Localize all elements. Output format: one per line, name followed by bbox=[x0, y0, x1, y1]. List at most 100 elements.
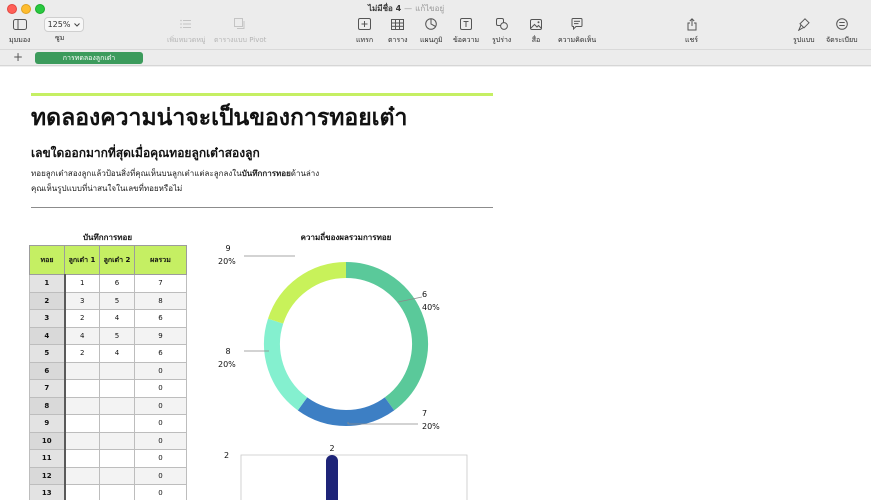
die-1-cell[interactable] bbox=[64, 379, 100, 398]
roll-number-cell[interactable]: 7 bbox=[29, 379, 66, 398]
donut-slice-6[interactable] bbox=[345, 262, 428, 411]
die-1-cell[interactable] bbox=[64, 431, 100, 450]
add-category-button[interactable]: เพิ่มหมวดหมู่ bbox=[167, 16, 206, 46]
die-2-cell[interactable] bbox=[99, 466, 135, 485]
header-sum[interactable]: ผลรวม bbox=[134, 245, 187, 275]
donut-slice-9[interactable] bbox=[268, 262, 347, 324]
sum-cell[interactable]: 0 bbox=[134, 431, 187, 450]
format-button[interactable]: รูปแบบ bbox=[793, 16, 815, 46]
slice-percent-7: 20% bbox=[422, 422, 440, 431]
roll-number-cell[interactable]: 6 bbox=[29, 361, 66, 380]
media-button[interactable]: สื่อ bbox=[530, 16, 542, 46]
die-1-cell[interactable]: 2 bbox=[64, 309, 100, 328]
close-window-button[interactable] bbox=[7, 4, 17, 14]
media-icon bbox=[530, 16, 542, 32]
die-1-cell[interactable] bbox=[64, 414, 100, 433]
sum-cell[interactable]: 0 bbox=[134, 484, 187, 500]
die-1-cell[interactable] bbox=[64, 466, 100, 485]
page-title[interactable]: ทดลองความน่าจะเป็นของการทอยเต๋า bbox=[31, 100, 407, 136]
die-2-cell[interactable] bbox=[99, 449, 135, 468]
share-button[interactable]: แชร์ bbox=[685, 16, 698, 46]
sum-cell[interactable]: 0 bbox=[134, 361, 187, 380]
table-title[interactable]: บันทึกการทอย bbox=[29, 231, 186, 244]
die-1-cell[interactable]: 4 bbox=[64, 326, 100, 345]
table-button[interactable]: ตาราง bbox=[388, 16, 408, 46]
pivot-table-label: ตารางแบบ Pivot bbox=[214, 36, 267, 44]
slice-percent-6: 40% bbox=[422, 303, 440, 312]
add-sheet-button[interactable]: + bbox=[13, 50, 23, 64]
die-2-cell[interactable]: 6 bbox=[99, 274, 135, 293]
chart-button[interactable]: แผนภูมิ bbox=[420, 16, 443, 46]
roll-number-cell[interactable]: 3 bbox=[29, 309, 66, 328]
roll-number-cell[interactable]: 5 bbox=[29, 344, 66, 363]
instructions-text[interactable]: ทอยลูกเต๋าสองลูกแล้วป้อนสิ่งที่คุณเห็นบน… bbox=[31, 167, 319, 180]
die-2-cell[interactable]: 5 bbox=[99, 326, 135, 345]
minimize-window-button[interactable] bbox=[21, 4, 31, 14]
bar-chart[interactable]: 22 bbox=[215, 440, 485, 500]
die-1-cell[interactable]: 1 bbox=[64, 274, 100, 293]
die-2-cell[interactable] bbox=[99, 484, 135, 500]
sum-cell[interactable]: 0 bbox=[134, 379, 187, 398]
die-1-cell[interactable] bbox=[64, 396, 100, 415]
zoom-menu[interactable]: 125% bbox=[44, 17, 84, 32]
format-icon bbox=[797, 16, 810, 32]
sum-cell[interactable]: 8 bbox=[134, 291, 187, 310]
fullscreen-window-button[interactable] bbox=[35, 4, 45, 14]
die-2-cell[interactable]: 4 bbox=[99, 344, 135, 363]
roll-number-cell[interactable]: 1 bbox=[29, 274, 66, 293]
insert-button[interactable]: แทรก bbox=[356, 16, 373, 46]
table-label: ตาราง bbox=[388, 36, 408, 44]
die-2-cell[interactable] bbox=[99, 361, 135, 380]
roll-record-table[interactable]: ทอย ลูกเต๋า 1 ลูกเต๋า 2 ผลรวม 1167235832… bbox=[29, 245, 187, 500]
sum-cell[interactable]: 6 bbox=[134, 344, 187, 363]
sum-cell[interactable]: 0 bbox=[134, 449, 187, 468]
comment-button[interactable]: ความคิดเห็น bbox=[558, 16, 596, 46]
donut-slice-7[interactable] bbox=[297, 397, 395, 426]
die-1-cell[interactable] bbox=[64, 449, 100, 468]
die-1-cell[interactable] bbox=[64, 484, 100, 500]
shape-button[interactable]: รูปร่าง bbox=[492, 16, 511, 46]
sum-cell[interactable]: 0 bbox=[134, 396, 187, 415]
die-1-cell[interactable] bbox=[64, 361, 100, 380]
bar-6[interactable] bbox=[326, 455, 338, 500]
roll-number-cell[interactable]: 8 bbox=[29, 396, 66, 415]
donut-slice-8[interactable] bbox=[264, 318, 308, 411]
sum-cell[interactable]: 7 bbox=[134, 274, 187, 293]
sum-cell[interactable]: 9 bbox=[134, 326, 187, 345]
header-roll[interactable]: ทอย bbox=[29, 245, 65, 275]
roll-number-cell[interactable]: 12 bbox=[29, 466, 66, 485]
die-1-cell[interactable]: 2 bbox=[64, 344, 100, 363]
roll-number-cell[interactable]: 11 bbox=[29, 449, 66, 468]
page-subtitle[interactable]: เลขใดออกมากที่สุดเมื่อคุณทอยลูกเต๋าสองลู… bbox=[31, 144, 260, 163]
die-2-cell[interactable] bbox=[99, 379, 135, 398]
die-2-cell[interactable] bbox=[99, 396, 135, 415]
organize-button[interactable]: จัดระเบียบ bbox=[826, 16, 858, 46]
question-text[interactable]: คุณเห็นรูปแบบที่น่าสนใจในเลขที่ทอยหรือไม… bbox=[31, 182, 182, 195]
instructions-part-2: ด้านล่าง bbox=[290, 169, 320, 178]
slice-label-7: 7 bbox=[422, 409, 427, 418]
die-2-cell[interactable]: 5 bbox=[99, 291, 135, 310]
roll-number-cell[interactable]: 4 bbox=[29, 326, 66, 345]
die-2-cell[interactable] bbox=[99, 431, 135, 450]
share-label: แชร์ bbox=[685, 36, 699, 44]
zoom-button[interactable]: ซูม bbox=[55, 33, 64, 44]
view-button[interactable]: มุมมอง bbox=[9, 16, 30, 46]
tab-dice-experiment[interactable]: การทดลองลูกเต๋า bbox=[35, 52, 143, 64]
header-die-2[interactable]: ลูกเต๋า 2 bbox=[99, 245, 135, 275]
die-2-cell[interactable]: 4 bbox=[99, 309, 135, 328]
roll-number-cell[interactable]: 9 bbox=[29, 414, 66, 433]
header-die-1[interactable]: ลูกเต๋า 1 bbox=[64, 245, 100, 275]
sum-cell[interactable]: 0 bbox=[134, 466, 187, 485]
sheet-canvas[interactable]: ทดลองความน่าจะเป็นของการทอยเต๋า เลขใดออก… bbox=[0, 67, 871, 500]
sum-cell[interactable]: 6 bbox=[134, 309, 187, 328]
sum-cell[interactable]: 0 bbox=[134, 414, 187, 433]
roll-number-cell[interactable]: 10 bbox=[29, 431, 66, 450]
pivot-table-button[interactable]: ตารางแบบ Pivot bbox=[214, 16, 266, 46]
roll-number-cell[interactable]: 13 bbox=[29, 484, 66, 500]
shape-icon bbox=[495, 16, 508, 32]
die-1-cell[interactable]: 3 bbox=[64, 291, 100, 310]
text-button[interactable]: ข้อความ bbox=[453, 16, 479, 46]
roll-number-cell[interactable]: 2 bbox=[29, 291, 66, 310]
die-2-cell[interactable] bbox=[99, 414, 135, 433]
donut-chart[interactable]: 6 40% 7 20% 8 20% 9 20% bbox=[200, 242, 500, 442]
